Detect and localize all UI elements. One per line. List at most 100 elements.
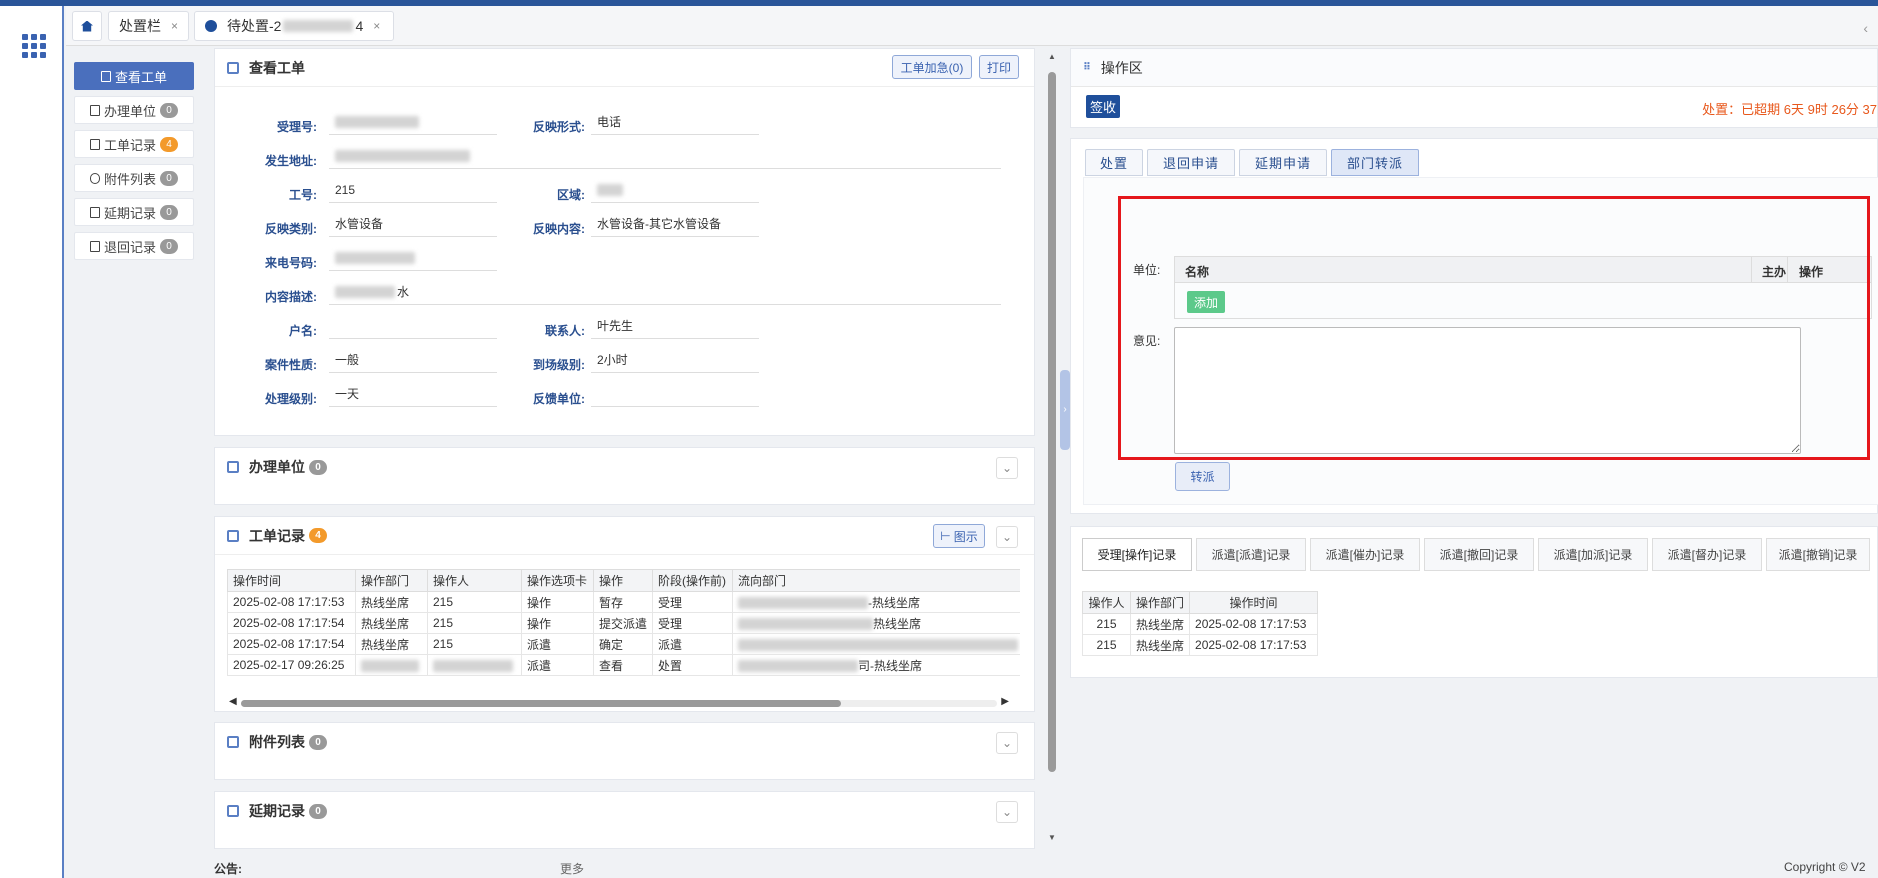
column-header[interactable]: 操作时间 xyxy=(227,569,356,592)
sidenav-item-returns[interactable]: 退回记录 0 xyxy=(74,232,194,260)
tab-home[interactable] xyxy=(72,11,102,41)
monitor-icon xyxy=(100,70,111,82)
table-row[interactable]: 215 热线坐席 2025-02-08 17:17:53 xyxy=(1082,634,1319,656)
table-cell: 2025-02-08 17:17:54 xyxy=(227,633,356,655)
column-header[interactable]: 操作 xyxy=(592,569,654,592)
sidenav-label: 办理单位 xyxy=(103,103,156,119)
tab-dispose[interactable]: 处置 xyxy=(1085,149,1143,176)
redacted-text xyxy=(738,660,859,673)
scroll-down-icon[interactable]: ▼ xyxy=(1048,833,1056,842)
sidenav-item-view-order[interactable]: 查看工单 xyxy=(74,62,194,90)
field-value xyxy=(591,177,759,203)
tab-withdraw-records[interactable]: 派遣[撤回]记录 xyxy=(1424,538,1534,571)
tab-supervise-records[interactable]: 派遣[督办]记录 xyxy=(1652,538,1762,571)
records-hscroll[interactable]: ◀ ▶ xyxy=(229,696,1009,709)
chevron-down-icon[interactable]: ⌄ xyxy=(996,457,1018,479)
scroll-left-icon[interactable]: ◀ xyxy=(229,696,237,707)
table-row[interactable]: 2025-02-08 17:17:54 热线坐席 215 操作 提交派遣 受理 … xyxy=(227,612,1020,634)
column-header[interactable]: 阶段(操作前) xyxy=(652,569,734,592)
collapse-icon[interactable]: ‹ xyxy=(1863,20,1868,36)
tab-label-suffix: 4 xyxy=(355,18,364,34)
count-badge: 4 xyxy=(160,136,178,152)
tab-add-dispatch-records[interactable]: 派遣[加派]记录 xyxy=(1538,538,1648,571)
field-label: 联系人: xyxy=(545,324,585,338)
table-row[interactable]: 2025-02-08 17:17:53 热线坐席 215 操作 暂存 受理 -热… xyxy=(227,591,1020,613)
tab-label: 处置栏 xyxy=(119,18,161,34)
document-icon xyxy=(227,461,239,473)
print-button[interactable]: 打印 xyxy=(979,55,1019,79)
panel-header[interactable]: 附件列表 0 xyxy=(215,723,1034,761)
sidenav-label: 工单记录 xyxy=(103,137,156,153)
field-value xyxy=(329,109,497,135)
field-nature: 案件性质: 一般 xyxy=(225,347,497,373)
transfer-button[interactable]: 转派 xyxy=(1175,462,1230,491)
column-header[interactable]: 流向部门 xyxy=(732,569,1020,592)
field-contact: 联系人: 叶先生 xyxy=(497,313,759,339)
tab-cancel-records[interactable]: 派遣[撤销]记录 xyxy=(1766,538,1870,571)
column-header[interactable]: 操作人 xyxy=(427,569,522,592)
field-label: 案件性质: xyxy=(265,358,317,372)
overdue-status: 处置：已超期 6天 9时 26分 37 xyxy=(1702,102,1877,117)
column-header[interactable]: 操作部门 xyxy=(355,569,428,592)
chevron-down-icon[interactable]: ⌄ xyxy=(996,732,1018,754)
tab-disposal-bar[interactable]: 处置栏 × xyxy=(108,11,190,41)
tab-pending[interactable]: 待处置-2 4 × xyxy=(194,11,394,41)
table-cell xyxy=(732,633,1020,655)
field-label: 发生地址: xyxy=(265,154,317,168)
left-vscroll[interactable]: ▲ ▼ xyxy=(1048,52,1056,842)
field-level: 处理级别: 一天 xyxy=(225,381,497,407)
table-cell: 热线坐席 xyxy=(1129,613,1191,635)
scroll-thumb[interactable] xyxy=(1048,72,1056,772)
table-row[interactable]: 215 热线坐席 2025-02-08 17:17:53 xyxy=(1082,613,1319,635)
field-address: 发生地址: xyxy=(225,143,1001,169)
scroll-thumb[interactable] xyxy=(241,700,841,707)
table-cell: 处置 xyxy=(652,654,734,676)
redacted-text xyxy=(283,20,354,32)
sidenav-item-handling-units[interactable]: 办理单位 0 xyxy=(74,96,194,124)
field-feedback-unit: 反馈单位: xyxy=(497,381,759,407)
urgent-button[interactable]: 工单加急(0) xyxy=(892,55,972,79)
scroll-right-icon[interactable]: ▶ xyxy=(1001,696,1009,707)
app-grid-icon[interactable] xyxy=(22,34,46,58)
more-link[interactable]: 更多 xyxy=(560,860,584,877)
field-label: 区域: xyxy=(557,188,585,202)
diagram-button[interactable]: ⊢ 图示 xyxy=(933,524,985,548)
panel-header: ⠿ 操作区 xyxy=(1071,49,1877,87)
chevron-down-icon[interactable]: ⌄ xyxy=(996,801,1018,823)
field-label: 内容描述: xyxy=(265,290,317,304)
sidenav-item-attachments[interactable]: 附件列表 0 xyxy=(74,164,194,192)
chevron-down-icon[interactable]: ⌄ xyxy=(996,526,1018,548)
panel-header[interactable]: 延期记录 0 xyxy=(215,792,1034,830)
scroll-up-icon[interactable]: ▲ xyxy=(1048,52,1056,61)
count-badge: 0 xyxy=(160,238,178,254)
panel-header[interactable]: 办理单位 0 xyxy=(215,448,1034,486)
table-cell: 2025-02-08 17:17:53 xyxy=(227,591,356,613)
field-value: 一天 xyxy=(329,381,497,407)
field-value: 电话 xyxy=(591,109,759,135)
table-row[interactable]: 2025-02-08 17:17:54 热线坐席 215 派遣 确定 派遣 xyxy=(227,633,1020,655)
tab-dept-transfer[interactable]: 部门转派 xyxy=(1331,149,1419,176)
operation-panel: ⠿ 操作区 签收 处置：已超期 6天 9时 26分 37 xyxy=(1070,48,1878,128)
table-row[interactable]: 2025-02-17 09:26:25 派遣 查看 处置 司-热线坐席 xyxy=(227,654,1020,676)
sidenav-item-extensions[interactable]: 延期记录 0 xyxy=(74,198,194,226)
sidenav-item-order-records[interactable]: 工单记录 4 xyxy=(74,130,194,158)
tab-accept-records[interactable]: 受理[操作]记录 xyxy=(1082,538,1192,571)
tab-extension-request[interactable]: 延期申请 xyxy=(1239,149,1327,176)
extensions-panel: 延期记录 0 ⌄ xyxy=(214,791,1035,849)
handling-units-panel: 办理单位 0 ⌄ xyxy=(214,447,1035,505)
tab-dispatch-records[interactable]: 派遣[派遣]记录 xyxy=(1196,538,1306,571)
close-icon[interactable]: × xyxy=(171,19,178,33)
close-icon[interactable]: × xyxy=(373,19,380,33)
tab-label: 待处置-2 xyxy=(227,18,282,34)
panel-resize-handle[interactable]: › xyxy=(1060,370,1070,450)
table-cell: 暂存 xyxy=(592,591,654,613)
field-label: 反馈单位: xyxy=(533,392,585,406)
table-cell: 2025-02-08 17:17:53 xyxy=(1189,613,1319,635)
sign-button[interactable]: 签收 xyxy=(1086,95,1120,118)
table-cell: 2025-02-08 17:17:54 xyxy=(227,612,356,634)
tab-return-request[interactable]: 退回申请 xyxy=(1147,149,1235,176)
tab-urge-records[interactable]: 派遣[催办]记录 xyxy=(1310,538,1420,571)
count-badge: 0 xyxy=(309,734,327,750)
table-cell-text: -热线坐席 xyxy=(868,595,921,610)
column-header[interactable]: 操作选项卡 xyxy=(521,569,594,592)
